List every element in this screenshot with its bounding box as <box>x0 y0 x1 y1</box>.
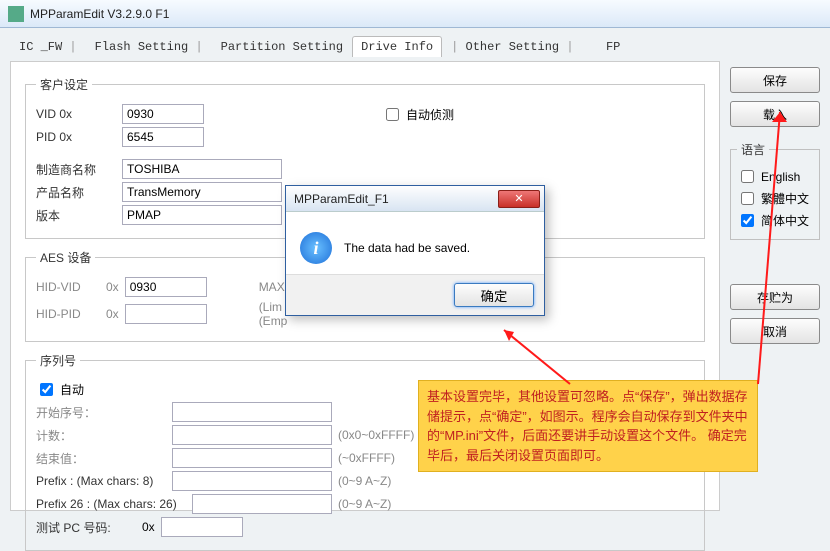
lang-traditional-checkbox[interactable] <box>741 192 754 205</box>
tab-drive-info[interactable]: Drive Info <box>352 36 442 57</box>
serial-end-input[interactable] <box>172 448 332 468</box>
serial-auto-checkbox[interactable] <box>40 383 53 396</box>
group-customer-legend: 客户设定 <box>36 76 92 93</box>
serial-prefix26-hint: (0~9 A~Z) <box>338 497 391 511</box>
window-title: MPParamEdit V3.2.9.0 F1 <box>30 7 169 21</box>
serial-prefix26-input[interactable] <box>192 494 332 514</box>
load-button[interactable]: 载入 <box>730 101 820 127</box>
hidvid-label: HID-VID <box>36 280 100 294</box>
hidpid-label: HID-PID <box>36 307 100 321</box>
serial-prefix-label: Prefix : (Max chars: 8) <box>36 474 166 488</box>
dialog-close-button[interactable]: ✕ <box>498 190 540 208</box>
dialog-title: MPParamEdit_F1 <box>294 192 389 206</box>
tab-ic-fw[interactable]: IC _FW | <box>10 36 86 57</box>
testpc-label: 测试 PC 号码: <box>36 519 136 536</box>
auto-detect-checkbox[interactable] <box>386 108 399 121</box>
vid-label: VID 0x <box>36 107 116 121</box>
serial-prefix26-label: Prefix 26 : (Max chars: 26) <box>36 497 186 511</box>
annotation-text: 基本设置完毕，其他设置可忽略。点“保存”，弹出数据存储提示，点“确定”，如图示。… <box>427 389 748 463</box>
app-icon <box>8 6 24 22</box>
product-input[interactable] <box>122 182 282 202</box>
lang-simplified-checkbox[interactable] <box>741 214 754 227</box>
serial-count-hint: (0x0~0xFFFF) <box>338 428 414 442</box>
pid-input[interactable] <box>122 127 204 147</box>
serial-prefix-input[interactable] <box>172 471 332 491</box>
hidpid-input[interactable] <box>125 304 207 324</box>
info-icon: i <box>300 232 332 264</box>
tab-partition-setting[interactable]: Partition Setting <box>212 36 352 57</box>
lang-english-checkbox[interactable] <box>741 170 754 183</box>
language-legend: 语言 <box>737 141 769 158</box>
annotation-note: 基本设置完毕，其他设置可忽略。点“保存”，弹出数据存储提示，点“确定”，如图示。… <box>418 380 758 472</box>
cancel-button[interactable]: 取消 <box>730 318 820 344</box>
serial-auto-label: 自动 <box>60 381 84 398</box>
saveas-button[interactable]: 存贮为 <box>730 284 820 310</box>
aes-max-label: MAX <box>259 280 285 294</box>
pid-label: PID 0x <box>36 130 116 144</box>
tab-flash-setting[interactable]: Flash Setting | <box>86 36 212 57</box>
vendor-input[interactable] <box>122 159 282 179</box>
group-serial-legend: 序列号 <box>36 352 80 369</box>
serial-start-label: 开始序号： <box>36 404 166 421</box>
dialog-ok-button[interactable]: 确定 <box>454 283 534 307</box>
serial-end-hint: (~0xFFFF) <box>338 451 395 465</box>
save-button[interactable]: 保存 <box>730 67 820 93</box>
serial-prefix-hint: (0~9 A~Z) <box>338 474 391 488</box>
tab-other-setting[interactable]: | Other Setting | <box>442 36 582 57</box>
dialog-message: The data had be saved. <box>344 241 470 255</box>
group-aes-legend: AES 设备 <box>36 249 95 266</box>
version-label: 版本 <box>36 207 116 224</box>
tabstrip: IC _FW | Flash Setting | Partition Setti… <box>0 28 830 57</box>
auto-detect-label: 自动侦测 <box>406 106 454 123</box>
serial-start-input[interactable] <box>172 402 332 422</box>
tab-fp[interactable]: FP <box>583 36 630 57</box>
group-language: 语言 English 繁體中文 简体中文 <box>730 141 820 240</box>
window-titlebar: MPParamEdit V3.2.9.0 F1 <box>0 0 830 28</box>
vendor-label: 制造商名称 <box>36 161 116 178</box>
vid-input[interactable] <box>122 104 204 124</box>
product-label: 产品名称 <box>36 184 116 201</box>
serial-count-input[interactable] <box>172 425 332 445</box>
serial-end-label: 结束值： <box>36 450 166 467</box>
version-input[interactable] <box>122 205 282 225</box>
testpc-input[interactable] <box>161 517 243 537</box>
save-confirm-dialog: MPParamEdit_F1 ✕ i The data had be saved… <box>285 185 545 316</box>
hidvid-input[interactable] <box>125 277 207 297</box>
serial-count-label: 计数： <box>36 427 166 444</box>
side-actions: 保存 载入 语言 English 繁體中文 简体中文 存贮为 取消 <box>730 61 820 344</box>
